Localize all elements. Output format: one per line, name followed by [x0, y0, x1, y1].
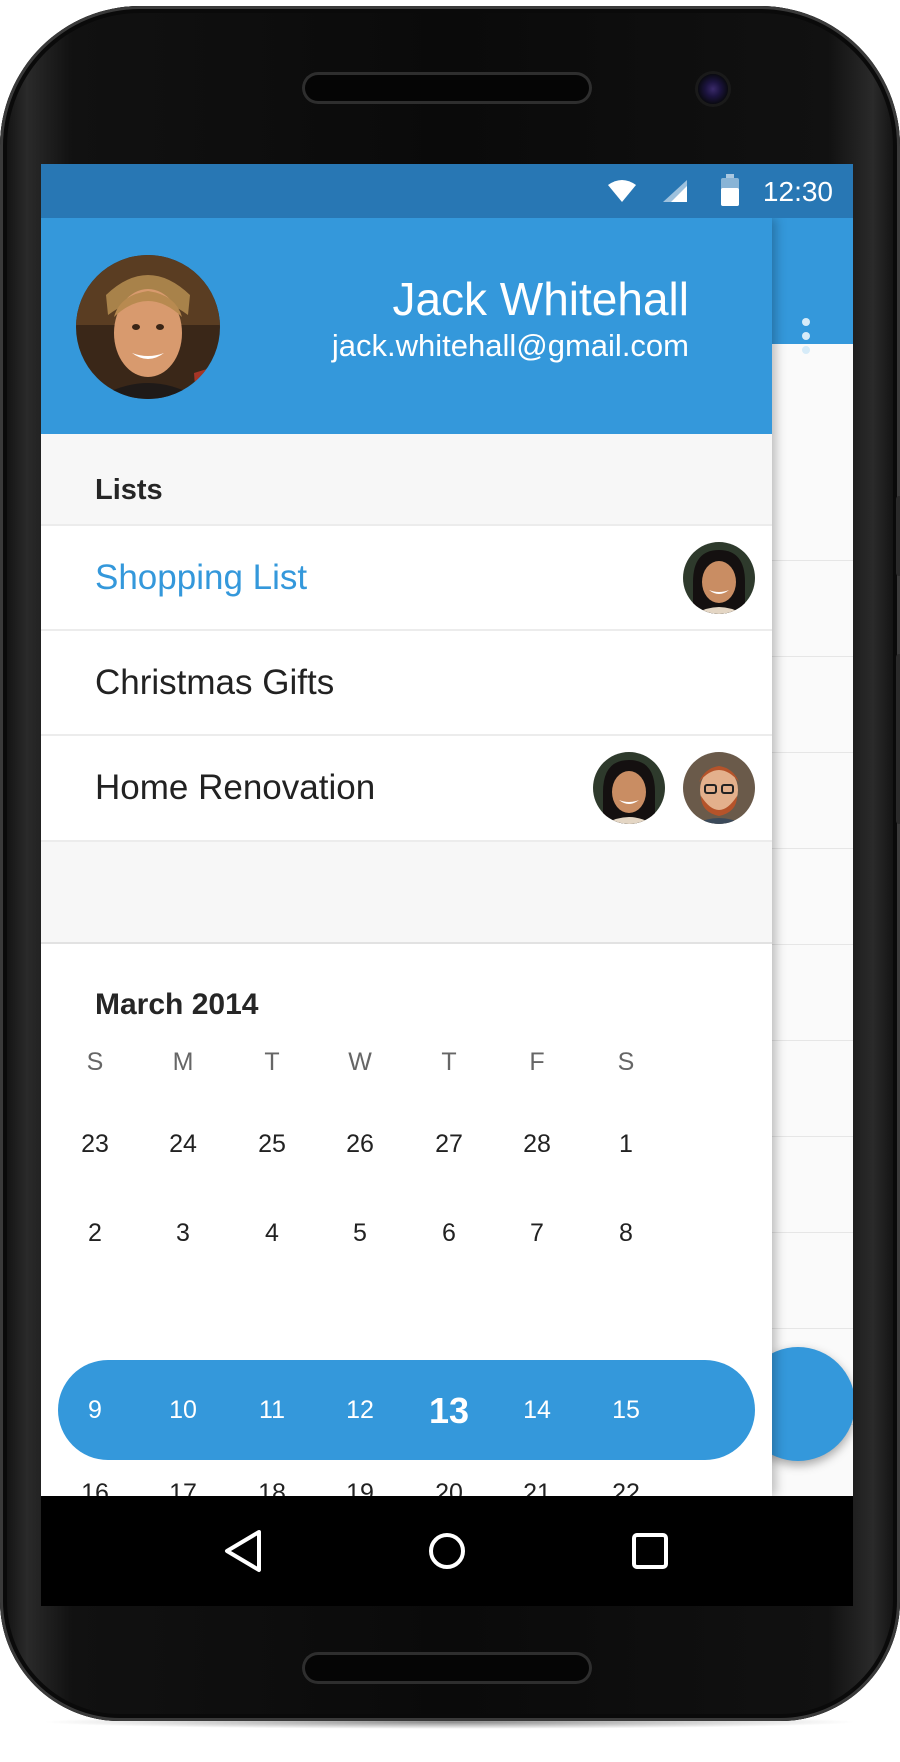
phone-frame: 12:30 Jack Whitehall jack.whitehall@gmai…	[0, 6, 900, 1721]
calendar-day[interactable]: 8	[586, 1219, 666, 1248]
calendar-day[interactable]: 28	[497, 1130, 577, 1159]
list-item-christmas-gifts[interactable]: Christmas Gifts	[41, 629, 772, 736]
power-button	[896, 654, 900, 824]
user-email: jack.whitehall@gmail.com	[331, 328, 689, 363]
calendar-day[interactable]: 11	[232, 1396, 312, 1425]
status-time: 12:30	[762, 176, 833, 207]
weekday-label: T	[264, 1048, 280, 1076]
collaborator-avatar	[683, 752, 755, 824]
calendar-day[interactable]: 10	[143, 1396, 223, 1425]
lists-heading: Lists	[95, 474, 163, 506]
lists-section-header: Lists	[41, 434, 772, 526]
calendar-day[interactable]: 23	[55, 1130, 135, 1159]
collaborator-avatar	[683, 542, 755, 614]
volume-button	[896, 496, 900, 576]
wifi-icon	[608, 180, 636, 202]
collaborator-avatar	[593, 752, 665, 824]
list-item-label: Home Renovation	[95, 768, 376, 807]
calendar-day[interactable]: 24	[143, 1130, 223, 1159]
system-navigation-bar	[41, 1496, 853, 1606]
user-avatar[interactable]	[76, 255, 220, 399]
calendar-day[interactable]: 3	[143, 1219, 223, 1248]
weekday-label: W	[348, 1048, 372, 1076]
recents-icon[interactable]	[625, 1526, 675, 1576]
calendar-day[interactable]: 15	[586, 1396, 666, 1425]
calendar-day[interactable]: 9	[55, 1396, 135, 1425]
calendar-day[interactable]: 4	[232, 1219, 312, 1248]
calendar-day[interactable]: 26	[320, 1130, 400, 1159]
home-icon[interactable]	[422, 1526, 472, 1576]
calendar-day[interactable]: 12	[320, 1396, 400, 1425]
drawer-divider-space	[41, 840, 772, 944]
list-item-label: Christmas Gifts	[95, 663, 335, 702]
front-camera	[698, 74, 728, 104]
weekday-label: F	[529, 1048, 545, 1076]
bottom-speaker	[302, 1652, 592, 1684]
earpiece-speaker	[302, 72, 592, 104]
user-name: Jack Whitehall	[392, 273, 689, 325]
navigation-drawer: Jack Whitehall jack.whitehall@gmail.com …	[41, 218, 772, 1507]
list-item-home-renovation[interactable]: Home Renovation	[41, 734, 772, 841]
calendar-day[interactable]: 7	[497, 1219, 577, 1248]
calendar-day[interactable]: 5	[320, 1219, 400, 1248]
calendar-today[interactable]: 13	[409, 1390, 489, 1432]
list-item-label: Shopping List	[95, 558, 308, 597]
drawer-header: Jack Whitehall jack.whitehall@gmail.com	[41, 218, 772, 434]
back-icon[interactable]	[219, 1526, 269, 1576]
overflow-menu-icon[interactable]	[799, 318, 813, 362]
weekday-label: M	[172, 1048, 194, 1076]
status-bar: 12:30	[41, 164, 853, 218]
calendar-day[interactable]: 25	[232, 1130, 312, 1159]
calendar-day[interactable]: 27	[409, 1130, 489, 1159]
weekday-label: T	[441, 1048, 457, 1076]
calendar-day[interactable]: 1	[586, 1130, 666, 1159]
list-item-shopping-list[interactable]: Shopping List	[41, 524, 772, 631]
cell-signal-icon	[663, 180, 687, 202]
calendar-day[interactable]: 14	[497, 1396, 577, 1425]
calendar-day[interactable]: 2	[55, 1219, 135, 1248]
screen: 12:30 Jack Whitehall jack.whitehall@gmai…	[41, 164, 853, 1606]
weekday-label: S	[86, 1048, 104, 1076]
weekday-label: S	[617, 1048, 635, 1076]
calendar-day[interactable]: 6	[409, 1219, 489, 1248]
battery-icon	[721, 174, 739, 206]
calendar-month: March 2014	[95, 988, 259, 1021]
